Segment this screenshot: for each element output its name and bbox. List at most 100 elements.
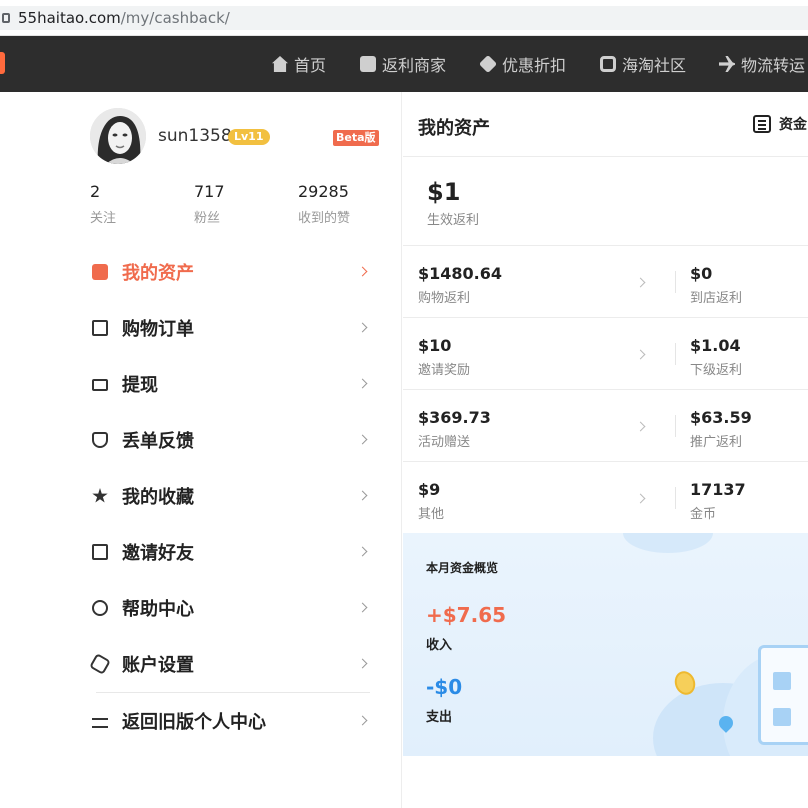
expense-amount: -$0	[426, 675, 463, 699]
help-icon	[92, 600, 108, 616]
chevron-right-icon	[357, 322, 368, 333]
nav-item-label: 物流转运	[741, 56, 806, 75]
sidebar-item-label: 帮助中心	[122, 599, 194, 620]
nav-item-label: 海淘社区	[622, 56, 687, 75]
page-title: 我的资产	[418, 118, 490, 139]
avatar-image	[90, 108, 146, 164]
divider	[675, 415, 676, 437]
url-domain: 55haitao.com	[18, 9, 121, 27]
home-icon	[272, 56, 288, 72]
chevron-right-icon	[357, 378, 368, 389]
nav-item-community[interactable]: 海淘社区	[600, 36, 686, 92]
avatar[interactable]	[90, 108, 146, 164]
chevron-right-icon	[357, 546, 368, 557]
asset-gold-coins[interactable]: 17137 金币	[690, 480, 746, 522]
calendar-icon	[758, 645, 808, 745]
tag-icon	[478, 54, 498, 74]
asset-event-bonus[interactable]: $369.73 活动赠送	[418, 408, 491, 450]
asset-label: 其他	[418, 507, 445, 522]
stat-following[interactable]: 2 关注	[90, 182, 116, 226]
sidebar-item-label: 丢单反馈	[122, 431, 194, 452]
url-field[interactable]: 55haitao.com/my/cashback/	[0, 6, 808, 30]
stat-label: 关注	[90, 211, 117, 226]
asset-amount: $9	[418, 480, 441, 499]
asset-label: 邀请奖励	[418, 363, 471, 378]
nav-item-logistics[interactable]: 物流转运	[719, 36, 805, 92]
chevron-right-icon	[635, 349, 646, 360]
logo-icon[interactable]	[0, 52, 5, 74]
effective-cashback-amount: $1	[427, 178, 461, 206]
divider	[403, 245, 808, 246]
list-icon	[753, 115, 771, 133]
income-amount: +$7.65	[426, 603, 507, 627]
divider	[403, 461, 808, 462]
level-badge: Lv11	[228, 129, 270, 145]
sidebar-item-label: 我的资产	[122, 263, 194, 284]
card-icon	[92, 379, 108, 391]
asset-amount: 17137	[690, 480, 746, 499]
gear-icon	[89, 653, 111, 675]
fund-detail-link[interactable]: 资金	[753, 114, 807, 134]
top-nav-bar: 首页 返利商家 优惠折扣 海淘社区 物流转运	[0, 36, 808, 92]
sidebar-item-orders[interactable]: 购物订单	[90, 300, 372, 356]
nav-item-home[interactable]: 首页	[272, 36, 326, 92]
divider	[675, 487, 676, 509]
divider	[403, 389, 808, 390]
sidebar-item-assets[interactable]: 我的资产	[90, 244, 372, 300]
gift-icon	[92, 544, 108, 560]
calendar-cell	[773, 672, 791, 690]
camera-icon	[600, 56, 616, 72]
asset-promotion-cashback[interactable]: $63.59 推广返利	[690, 408, 752, 450]
nav-item-label: 首页	[294, 56, 327, 75]
sidebar-item-label: 我的收藏	[122, 487, 194, 508]
asset-shopping-cashback[interactable]: $1480.64 购物返利	[418, 264, 502, 306]
stat-label: 收到的赞	[298, 211, 351, 226]
asset-label: 购物返利	[418, 291, 471, 306]
asset-label: 活动赠送	[418, 435, 471, 450]
asset-label: 推广返利	[690, 435, 743, 450]
asset-amount: $369.73	[418, 408, 491, 427]
asset-instore-cashback[interactable]: $0 到店返利	[690, 264, 742, 306]
beta-badge: Beta版	[333, 130, 379, 146]
asset-subordinate-cashback[interactable]: $1.04 下级返利	[690, 336, 742, 378]
divider	[675, 271, 676, 293]
divider	[675, 343, 676, 365]
chevron-right-icon	[357, 602, 368, 613]
stat-value: 29285	[298, 182, 349, 201]
swap-icon	[92, 717, 108, 728]
asset-invite-reward[interactable]: $10 邀请奖励	[418, 336, 470, 378]
order-icon	[92, 320, 108, 336]
sidebar-item-favorites[interactable]: 我的收藏	[90, 468, 372, 524]
asset-amount: $1.04	[690, 336, 741, 355]
assets-panel: 我的资产 资金 $1 生效返利 $1480.64 购物返利 $0 到店返利 $1…	[403, 92, 808, 808]
stat-followers[interactable]: 717 粉丝	[194, 182, 225, 226]
username: sun1358	[158, 126, 232, 146]
nav-item-stores[interactable]: 返利商家	[360, 36, 446, 92]
lock-icon	[2, 13, 10, 23]
monthly-summary-card: 本月资金概览 +$7.65 收入 -$0 支出	[403, 533, 808, 756]
sidebar-item-invite[interactable]: 邀请好友	[90, 524, 372, 580]
effective-cashback-label: 生效返利	[427, 213, 480, 228]
asset-other[interactable]: $9 其他	[418, 480, 444, 522]
store-icon	[360, 56, 376, 72]
browser-address-bar: 55haitao.com/my/cashback/	[0, 0, 808, 36]
sidebar-item-settings[interactable]: 账户设置	[89, 636, 372, 692]
sidebar-item-label: 账户设置	[122, 655, 194, 676]
nav-item-deals[interactable]: 优惠折扣	[478, 36, 566, 92]
asset-amount: $0	[690, 264, 713, 283]
stat-label: 粉丝	[194, 211, 221, 226]
sidebar-item-help[interactable]: 帮助中心	[90, 580, 372, 636]
stat-likes[interactable]: 29285 收到的赞	[298, 182, 350, 226]
sidebar-item-lost-order[interactable]: 丢单反馈	[90, 412, 372, 468]
asset-label: 下级返利	[690, 363, 743, 378]
plane-icon	[719, 56, 735, 72]
chevron-right-icon	[635, 493, 646, 504]
sidebar-item-legacy[interactable]: 返回旧版个人中心	[90, 693, 372, 749]
chevron-right-icon	[357, 434, 368, 445]
chevron-right-icon	[357, 715, 368, 726]
chevron-right-icon	[357, 658, 368, 669]
sidebar-item-withdraw[interactable]: 提现	[90, 356, 372, 412]
chevron-right-icon	[357, 490, 368, 501]
chevron-right-icon	[635, 277, 646, 288]
sidebar-menu: 我的资产 购物订单 提现 丢单反馈 我的收藏 邀请好友 帮助中心 账户设置 返回…	[89, 244, 372, 749]
